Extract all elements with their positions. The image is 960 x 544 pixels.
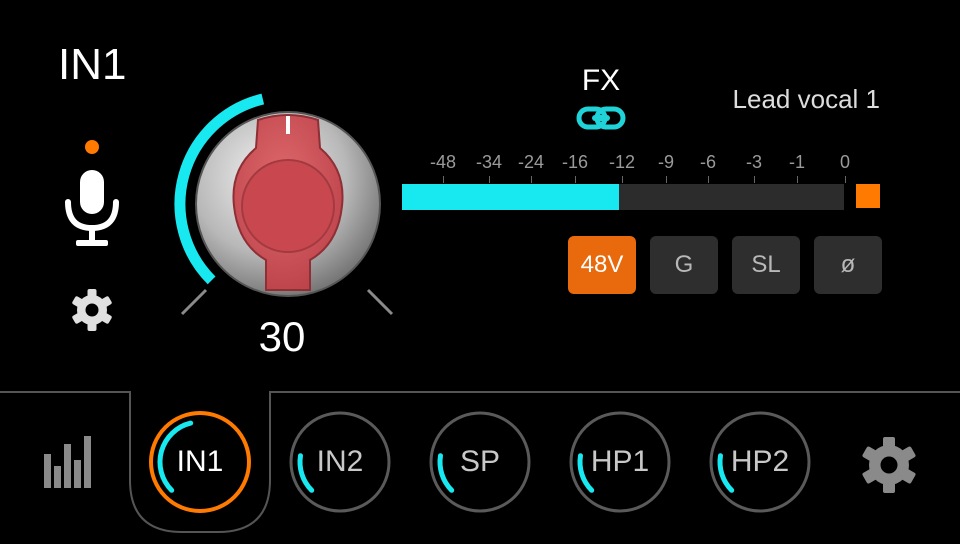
tab-label: SP (459, 445, 501, 478)
phantom-power-48v-button[interactable]: 48V (568, 236, 636, 294)
meter-tick-label: -9 (657, 152, 675, 172)
meter-tick-mark (666, 176, 667, 183)
meter-tick-mark (443, 176, 444, 183)
meter-tick-label: -12 (608, 152, 636, 172)
meter-tick-mark (708, 176, 709, 183)
level-meter (402, 184, 844, 210)
tab-hp1[interactable]: HP1 (568, 410, 672, 514)
gain-knob[interactable] (170, 86, 400, 326)
tab-label: IN1 (176, 445, 224, 478)
g-button[interactable]: G (650, 236, 718, 294)
button-label: ø (840, 251, 856, 278)
meter-tick-mark (489, 176, 490, 183)
tab-hp2[interactable]: HP2 (708, 410, 812, 514)
knob-max-mark (366, 288, 394, 316)
meter-tick-label: -3 (745, 152, 763, 172)
meter-tick-mark (754, 176, 755, 183)
link-icon[interactable] (576, 104, 626, 137)
meter-tick-mark (845, 176, 846, 183)
meter-tick-label: -6 (699, 152, 717, 172)
meter-tick-label: 0 (839, 152, 851, 172)
meter-tick-label: -34 (475, 152, 503, 172)
tab-label: IN2 (316, 445, 364, 478)
meter-tick-mark (622, 176, 623, 183)
tab-sp[interactable]: SP (428, 410, 532, 514)
channel-title: IN1 (58, 40, 127, 89)
fx-label[interactable]: FX (576, 64, 626, 98)
channel-settings-gear-icon[interactable] (70, 288, 114, 337)
mixer-bars-icon[interactable] (44, 432, 92, 493)
gain-value: 30 (258, 313, 306, 360)
tab-in1[interactable]: IN1 (148, 410, 252, 514)
meter-tick-mark (797, 176, 798, 183)
tab-label: HP2 (730, 445, 790, 478)
tab-label: HP1 (590, 445, 650, 478)
microphone-icon[interactable] (62, 168, 122, 255)
level-meter-fill (402, 184, 619, 210)
knob-min-mark (180, 288, 208, 316)
meter-tick-mark (531, 176, 532, 183)
settings-gear-icon[interactable] (860, 436, 918, 499)
meter-tick-label: -24 (517, 152, 545, 172)
meter-tick-label: -48 (429, 152, 457, 172)
tab-in2[interactable]: IN2 (288, 410, 392, 514)
sl-button[interactable]: SL (732, 236, 800, 294)
button-label: 48V (580, 251, 624, 278)
phase-invert-button[interactable]: ø (814, 236, 882, 294)
input-status-dot (85, 140, 99, 154)
meter-tick-label: -1 (788, 152, 806, 172)
button-label: SL (751, 251, 781, 278)
meter-tick-label: -16 (561, 152, 589, 172)
track-name[interactable]: Lead vocal 1 (660, 84, 880, 114)
clip-indicator[interactable] (856, 184, 880, 208)
button-label: G (674, 251, 694, 278)
meter-tick-mark (575, 176, 576, 183)
